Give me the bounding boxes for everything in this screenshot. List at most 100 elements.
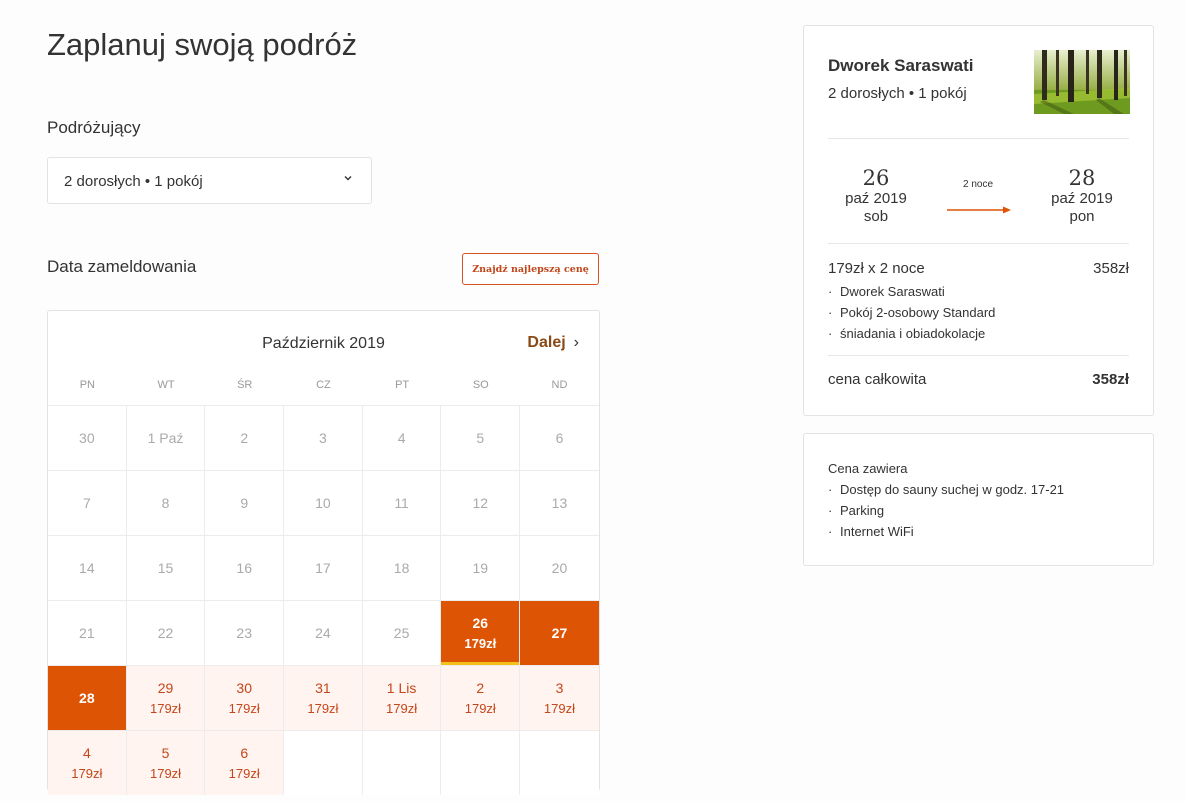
day-number: 4 [397, 430, 406, 446]
calendar-day: 13 [520, 471, 599, 535]
checkin-label: Data zameldowania [47, 257, 197, 276]
weekday-header: CZ [316, 379, 331, 391]
calendar-empty-cell [362, 731, 442, 795]
day-number: 31 [315, 680, 331, 696]
checkin-month-year: paź 2019 [845, 190, 907, 207]
calendar-day: 9 [205, 471, 285, 535]
price-includes-card: Cena zawiera · Dostęp do sauny suchej w g… [803, 433, 1154, 566]
bullet-icon: · [828, 482, 833, 497]
day-number: 5 [161, 745, 170, 761]
calendar-day: 2 [205, 406, 285, 470]
calendar-day[interactable]: 26 179zł [441, 601, 521, 665]
day-price: 179zł [228, 701, 260, 716]
day-number: 6 [240, 745, 249, 761]
weekday-header: WT [157, 379, 175, 391]
bullet-icon: · [828, 503, 833, 518]
day-number: 12 [472, 495, 489, 511]
day-number: 25 [393, 625, 410, 641]
bullet-icon: · [828, 326, 833, 341]
nights-count: 2 noce [962, 179, 994, 190]
checkin-weekday: sob [863, 208, 889, 225]
day-number: 24 [315, 625, 331, 641]
day-number: 1 Paź [147, 430, 184, 446]
day-number: 8 [161, 495, 170, 511]
booking-detail-item: · śniadania i obiadokolacje [828, 323, 995, 344]
day-number: 18 [393, 560, 410, 576]
total-amount: 358zł [1092, 371, 1129, 388]
bullet-icon: · [828, 524, 833, 539]
calendar-day[interactable]: 5 179zł [126, 731, 206, 795]
day-price: 179zł [307, 701, 339, 716]
day-price: 179zł [71, 766, 103, 781]
day-price: 179zł [543, 701, 575, 716]
checkout-weekday: pon [1069, 208, 1095, 225]
calendar-day: 19 [441, 536, 521, 600]
calendar-next-button[interactable]: Dalej › [527, 334, 579, 352]
calendar-week: 7 8 9 10 11 12 13 [48, 470, 599, 535]
calendar-week: 4 179zł 5 179zł 6 179zł [48, 730, 599, 795]
price-line-label: 179zł x 2 noce [828, 260, 925, 277]
day-number: 30 [236, 680, 252, 696]
price-line: 179zł x 2 noce 358zł [828, 260, 1129, 277]
total-label: cena całkowita [828, 371, 927, 388]
calendar-day: 12 [441, 471, 521, 535]
day-number: 27 [551, 625, 568, 641]
checkout-date: 28 paź 2019 pon [1034, 166, 1130, 226]
chevron-right-icon: › [573, 334, 579, 351]
day-number: 3 [555, 680, 564, 696]
weekday-header: ND [551, 379, 568, 391]
price-includes-item-text: Internet WiFi [840, 524, 914, 539]
weekday-header: ŚR [237, 379, 253, 391]
day-number: 1 Lis [386, 680, 417, 696]
calendar-day: 1 Paź [127, 406, 206, 470]
weekday-header: SO [472, 379, 489, 391]
calendar-day: 22 [127, 601, 206, 665]
calendar-empty-cell [441, 731, 521, 795]
calendar-day[interactable]: 1 Lis 179zł [362, 666, 442, 730]
hotel-name: Dworek Saraswati [828, 56, 974, 75]
day-number: 30 [79, 430, 95, 446]
day-number: 22 [157, 625, 174, 641]
day-price: 179zł [386, 701, 418, 716]
calendar-weekdays: PN WT ŚR CZ PT SO ND [48, 367, 599, 403]
calendar-day[interactable]: 31 179zł [284, 666, 363, 730]
calendar-week: 21 22 23 24 25 26 179zł 27 [48, 600, 599, 665]
day-number: 11 [394, 495, 409, 511]
calendar-day: 18 [363, 536, 442, 600]
calendar-day[interactable]: 6 179zł [205, 731, 285, 795]
calendar-day: 21 [48, 601, 127, 665]
calendar-day: 30 [48, 406, 127, 470]
calendar-day: 8 [127, 471, 206, 535]
checkin-day: 26 [862, 166, 890, 190]
calendar-day[interactable]: 4 179zł [48, 731, 127, 795]
calendar-week: 30 1 Paź 2 3 4 5 6 [48, 405, 599, 470]
calendar-day[interactable]: 30 179zł [205, 666, 285, 730]
price-line-amount: 358zł [1093, 260, 1129, 277]
checkin-date: 26 paź 2019 sob [828, 166, 924, 226]
calendar-day[interactable]: 3 179zł [520, 666, 599, 730]
calendar-day[interactable]: 2 179zł [441, 666, 521, 730]
price-includes-item: · Dostęp do sauny suchej w godz. 17-21 [828, 479, 1064, 500]
day-number: 3 [319, 430, 327, 446]
calendar-day[interactable]: 28 [48, 666, 127, 730]
calendar-day: 17 [284, 536, 363, 600]
day-number: 10 [315, 495, 331, 511]
calendar-day: 14 [48, 536, 127, 600]
calendar-day: 6 [520, 406, 599, 470]
checkout-month-year: paź 2019 [1051, 190, 1113, 207]
day-number: 20 [551, 560, 568, 576]
day-price: 179zł [228, 766, 260, 781]
day-number: 9 [240, 495, 249, 511]
day-number: 28 [79, 690, 95, 706]
calendar-week: 28 29 179zł 30 179zł 31 179zł 1 Lis 179zł 2 179zł 3… [48, 665, 599, 730]
find-best-price-button[interactable]: Znajdź najlepszą cenę [462, 253, 599, 285]
travelers-value: 2 dorosłych • 1 pokój [64, 173, 203, 190]
day-price: 179zł [149, 766, 182, 781]
calendar-day: 16 [205, 536, 285, 600]
day-number: 2 [476, 680, 485, 696]
calendar-day[interactable]: 29 179zł [126, 666, 206, 730]
travelers-select[interactable]: 2 dorosłych • 1 pokój [47, 157, 372, 204]
price-includes-item: · Internet WiFi [828, 521, 1064, 542]
calendar-day[interactable]: 27 [520, 601, 599, 665]
hotel-photo [1034, 50, 1130, 114]
